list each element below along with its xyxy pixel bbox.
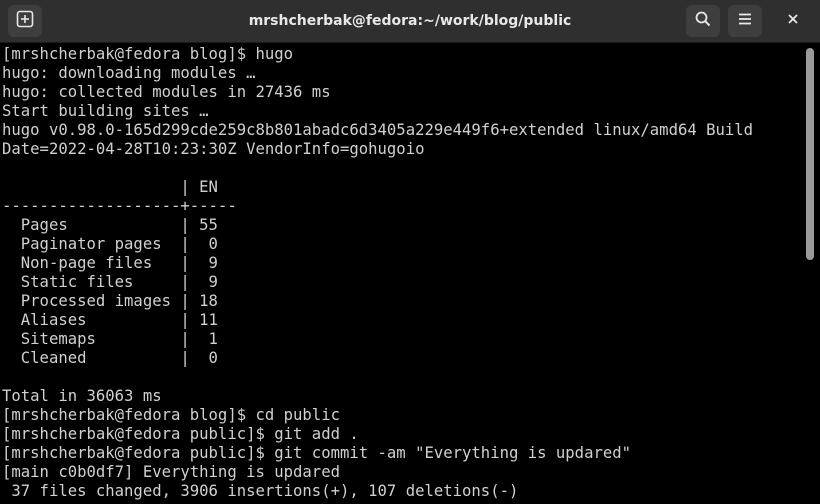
terminal-line: Date=2022-04-28T10:23:30Z VendorInfo=goh… — [2, 140, 425, 158]
search-icon — [694, 10, 712, 33]
terminal-line: hugo v0.98.0-165d299cde259c8b801abadc6d3… — [2, 121, 754, 139]
terminal-line: [mrshcherbak@fedora blog]$ hugo — [2, 45, 294, 63]
close-button[interactable] — [776, 5, 810, 37]
terminal-line: -------------------+----- — [2, 197, 237, 215]
hamburger-menu-icon — [736, 10, 754, 33]
terminal-line: Total in 36063 ms — [2, 387, 162, 405]
terminal-line: 37 files changed, 3906 insertions(+), 10… — [2, 482, 519, 500]
terminal-line: Aliases | 11 — [2, 311, 218, 329]
header-bar: mrshcherbak@fedora:~/work/blog/public — [0, 0, 820, 43]
terminal-line: Cleaned | 0 — [2, 349, 218, 367]
terminal-line: [mrshcherbak@fedora public]$ git commit … — [2, 444, 632, 462]
terminal-line: Paginator pages | 0 — [2, 235, 218, 253]
terminal-line: hugo: collected modules in 27436 ms — [2, 83, 331, 101]
terminal-line: Sitemaps | 1 — [2, 330, 218, 348]
terminal-window: mrshcherbak@fedora:~/work/blog/public [m… — [0, 0, 820, 504]
terminal-line: [main c0b0df7] Everything is updared — [2, 463, 340, 481]
menu-button[interactable] — [728, 5, 762, 37]
scrollbar-thumb[interactable] — [806, 48, 814, 260]
terminal-line: Start building sites … — [2, 102, 209, 120]
terminal-line: Pages | 55 — [2, 216, 218, 234]
terminal-line: hugo: downloading modules … — [2, 64, 256, 82]
terminal-output[interactable]: [mrshcherbak@fedora blog]$ hugo hugo: do… — [0, 43, 802, 504]
search-button[interactable] — [686, 5, 720, 37]
close-icon — [786, 12, 800, 31]
terminal-line: [mrshcherbak@fedora blog]$ cd public — [2, 406, 340, 424]
terminal-line: Static files | 9 — [2, 273, 218, 291]
terminal-line: | EN — [2, 178, 218, 196]
terminal-line: [mrshcherbak@fedora public]$ git add . — [2, 425, 359, 443]
terminal-line: Non-page files | 9 — [2, 254, 218, 272]
vertical-scrollbar[interactable] — [802, 43, 820, 504]
terminal-line: Processed images | 18 — [2, 292, 218, 310]
terminal-text: [mrshcherbak@fedora blog]$ hugo hugo: do… — [0, 43, 802, 501]
